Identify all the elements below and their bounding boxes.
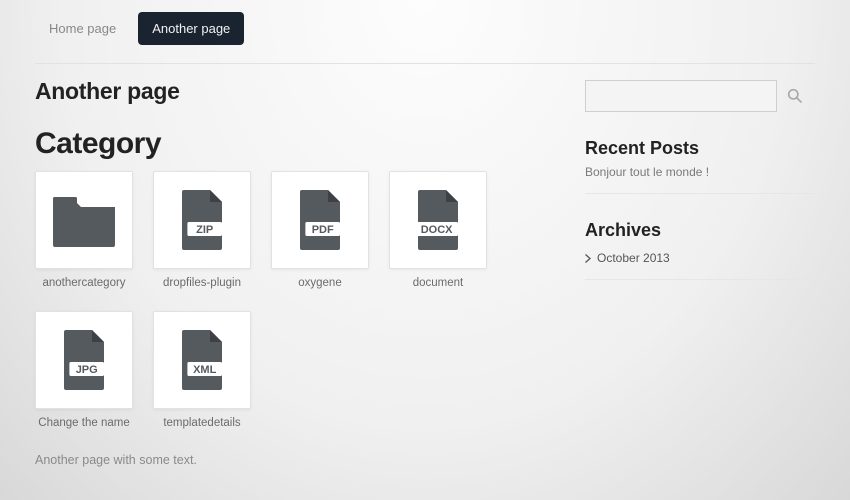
file-item: anothercategory: [35, 171, 133, 291]
recent-posts-heading: Recent Posts: [585, 138, 815, 159]
xml-file-icon[interactable]: XML: [153, 311, 251, 409]
file-label: anothercategory: [35, 275, 133, 291]
file-label: oxygene: [271, 275, 369, 291]
file-grid: anothercategory ZIP dropfiles-plugin PDF oxy…: [35, 171, 555, 431]
nav-item-another-page[interactable]: Another page: [138, 12, 244, 45]
jpg-file-icon[interactable]: JPG: [35, 311, 133, 409]
page-title: Another page: [35, 78, 555, 105]
file-label: dropfiles-plugin: [153, 275, 251, 291]
svg-text:PDF: PDF: [312, 224, 334, 236]
search-icon[interactable]: [787, 88, 803, 104]
svg-text:XML: XML: [193, 364, 217, 376]
recent-post-link[interactable]: Bonjour tout le monde !: [585, 165, 815, 179]
archive-link[interactable]: October 2013: [585, 251, 815, 265]
file-item: PDF oxygene: [271, 171, 369, 291]
category-title: Category: [35, 127, 555, 161]
chevron-right-icon: [585, 254, 591, 263]
svg-text:JPG: JPG: [76, 364, 98, 376]
file-label: templatedetails: [153, 415, 251, 431]
folder-icon[interactable]: [35, 171, 133, 269]
pdf-file-icon[interactable]: PDF: [271, 171, 369, 269]
page-body-text: Another page with some text.: [35, 453, 555, 467]
file-label: document: [389, 275, 487, 291]
file-label: Change the name: [35, 415, 133, 431]
main-content: Another page Category anothercategory ZIP…: [35, 72, 555, 467]
file-item: ZIP dropfiles-plugin: [153, 171, 251, 291]
svg-text:DOCX: DOCX: [421, 224, 453, 236]
zip-file-icon[interactable]: ZIP: [153, 171, 251, 269]
search-input[interactable]: [585, 80, 777, 112]
docx-file-icon[interactable]: DOCX: [389, 171, 487, 269]
archive-link-label: October 2013: [597, 251, 670, 265]
file-item: XML templatedetails: [153, 311, 251, 431]
file-item: JPG Change the name: [35, 311, 133, 431]
svg-text:ZIP: ZIP: [196, 224, 213, 236]
top-nav: Home pageAnother page: [35, 12, 815, 64]
file-item: DOCX document: [389, 171, 487, 291]
archives-heading: Archives: [585, 220, 815, 241]
nav-item-home-page[interactable]: Home page: [35, 12, 130, 45]
sidebar: Recent Posts Bonjour tout le monde ! Arc…: [585, 72, 815, 467]
